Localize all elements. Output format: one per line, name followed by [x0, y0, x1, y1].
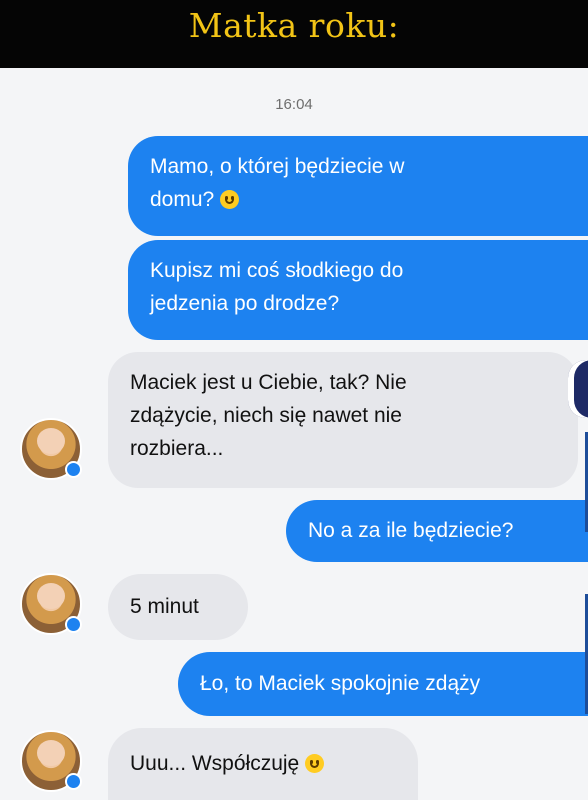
message-bubble-incoming[interactable]: Uuu... Współczuję: [108, 728, 418, 800]
message-line: No a za ile będziecie?: [308, 519, 514, 542]
message-bubble-outgoing[interactable]: Kupisz mi coś słodkiego do jedzenia po d…: [128, 240, 588, 340]
message-bubble-incoming[interactable]: Maciek jest u Ciebie, tak? Nie zdążycie,…: [108, 352, 578, 488]
message-bubble-outgoing[interactable]: No a za ile będziecie?: [286, 500, 588, 562]
cropped-side-emblem: [568, 360, 588, 418]
message-line: 5 minut: [130, 595, 199, 618]
message-bubble-outgoing[interactable]: Mamo, o której będziecie w domu?: [128, 136, 588, 236]
smiley-emoji-icon: [220, 190, 240, 209]
message-line: jedzenia po drodze?: [150, 292, 340, 315]
meme-header: Matka roku:: [0, 0, 588, 68]
mother-avatar[interactable]: [20, 730, 82, 792]
messenger-badge-icon: [65, 461, 82, 478]
message-bubble-incoming[interactable]: 5 minut: [108, 574, 248, 640]
messenger-badge-icon: [65, 616, 82, 633]
message-line: Ło, to Maciek spokojnie zdąży: [200, 672, 481, 695]
header-title: Matka roku:: [188, 5, 400, 45]
message-bubble-outgoing[interactable]: Ło, to Maciek spokojnie zdąży: [178, 652, 588, 716]
message-line: domu?: [150, 188, 215, 211]
message-line: Mamo, o której będziecie w: [150, 155, 405, 178]
mother-avatar[interactable]: [20, 573, 82, 635]
smiley-emoji-icon: [305, 754, 325, 773]
message-line: rozbiera...: [130, 437, 224, 460]
message-line: zdążycie, niech się nawet nie: [130, 404, 402, 427]
messenger-badge-icon: [65, 773, 82, 790]
mother-avatar[interactable]: [20, 418, 82, 480]
message-line-with-emoji: domu?: [150, 183, 578, 216]
message-timestamp: 16:04: [275, 96, 313, 113]
message-line: Uuu... Współczuję: [130, 752, 300, 775]
message-line: Maciek jest u Ciebie, tak? Nie: [130, 371, 407, 394]
message-line: Kupisz mi coś słodkiego do: [150, 259, 404, 282]
